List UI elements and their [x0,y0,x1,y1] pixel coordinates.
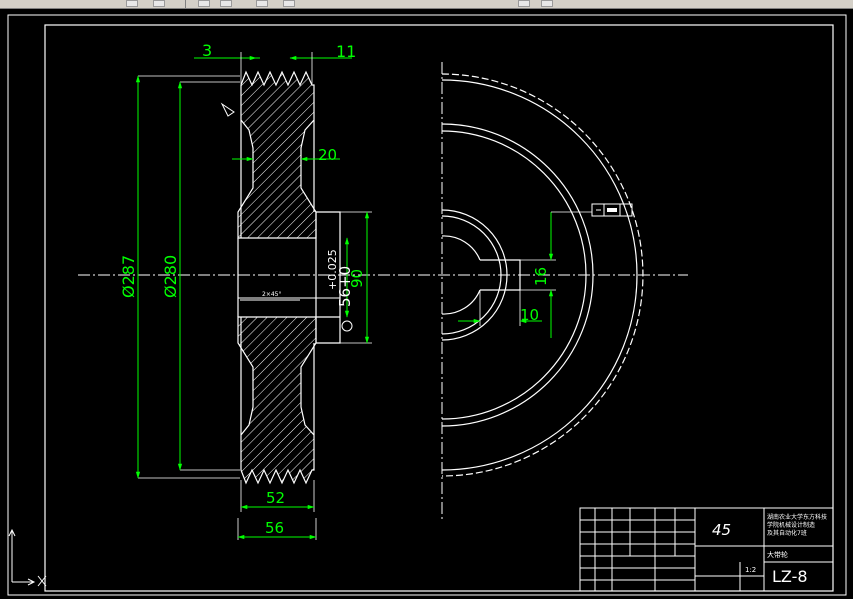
school-line-3: 及其自动化7班 [767,529,807,537]
section-view: 2×45° [220,70,341,485]
section-hatch-upper [237,70,317,239]
dim-pitch-diameter: Ø280 [161,255,180,298]
drawing-number: LZ-8 [772,567,808,586]
dim-key-depth: 16 [532,267,550,286]
section-hatch-lower [237,316,317,485]
school-line-1: 湖南农业大学东方科技 [767,513,827,521]
inner-border [44,24,834,592]
part-name: 大带轮 [767,550,788,559]
toolbar-separator [185,0,186,8]
material-label: 45 [712,521,731,539]
toolbar-button-1[interactable] [126,0,138,7]
dim-outer-diameter: Ø287 [119,255,138,298]
toolbar-button-4[interactable] [220,0,232,7]
surface-finish-mark [220,102,235,117]
ucs-axis-icon [8,528,47,587]
sheet-scale: 1:2 [745,566,756,574]
drawing-canvas[interactable]: 2×45° 3 11 20 Ø287 Ø280 90 +0.025 56+0 5… [0,9,853,599]
toolbar-button-7[interactable] [518,0,530,7]
dim-3: 3 [202,41,212,60]
dim-key-width: 10 [520,306,539,324]
toolbar-button-3[interactable] [198,0,210,7]
dim-rim-width: 52 [266,489,285,507]
dim-20: 20 [318,146,337,164]
toolbar [0,0,853,9]
toolbar-button-2[interactable] [153,0,165,7]
dim-11: 11 [336,42,356,61]
toolbar-button-8[interactable] [541,0,553,7]
school-line-2: 学院机械设计制造 [767,521,815,529]
dim-hub-width: 56 [265,519,284,537]
front-view-dimensions: 16 10 [458,203,633,338]
toolbar-button-6[interactable] [283,0,295,7]
chamfer-label: 2×45° [262,291,281,298]
toolbar-button-5[interactable] [256,0,268,7]
dim-bore-nominal: 56+0 [336,266,354,307]
